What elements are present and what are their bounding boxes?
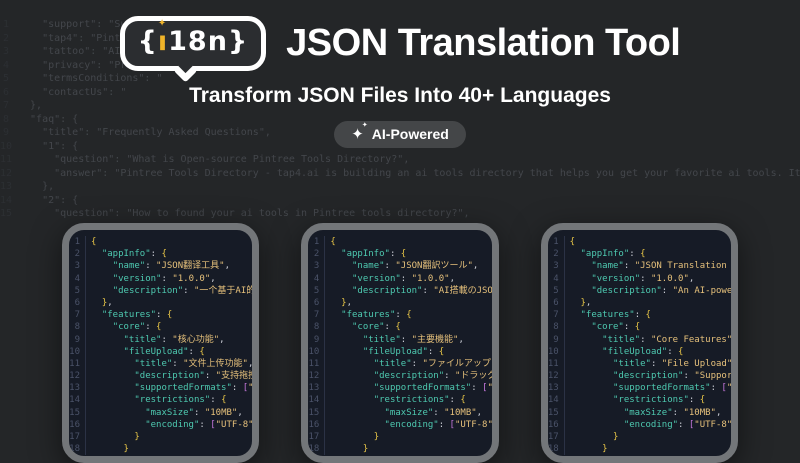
code-panels-row: 1{2 "appInfo": {3 "name": "JSON翻译工具",4 "… <box>62 223 738 463</box>
code-editor-chinese: 1{2 "appInfo": {3 "name": "JSON翻译工具",4 "… <box>69 230 252 455</box>
code-editor-japanese: 1{2 "appInfo": {3 "name": "JSON翻訳ツール",4 … <box>308 230 491 455</box>
ai-powered-label: AI-Powered <box>372 126 449 142</box>
page-title: JSON Translation Tool <box>286 22 680 65</box>
hero-section: {✦ı18n} JSON Translation Tool Transform … <box>0 16 800 148</box>
page-subtitle: Transform JSON Files Into 40+ Languages <box>0 84 800 108</box>
sparkle-dot-icon: ✦ <box>158 18 167 30</box>
sparkle-icon: ✦ ✦ <box>351 127 364 142</box>
logo-title-row: {✦ı18n} JSON Translation Tool <box>0 16 800 71</box>
i18n-logo-text: {✦ı18n} <box>138 26 249 57</box>
ai-powered-badge: ✦ ✦ AI-Powered <box>334 121 466 148</box>
code-panel-japanese: 1{2 "appInfo": {3 "name": "JSON翻訳ツール",4 … <box>301 223 498 463</box>
code-panel-chinese: 1{2 "appInfo": {3 "name": "JSON翻译工具",4 "… <box>62 223 259 463</box>
code-panel-english: 1{2 "appInfo": {3 "name": "JSON Translat… <box>541 223 738 463</box>
i18n-logo-badge: {✦ı18n} <box>120 16 267 71</box>
code-editor-english: 1{2 "appInfo": {3 "name": "JSON Translat… <box>548 230 731 455</box>
